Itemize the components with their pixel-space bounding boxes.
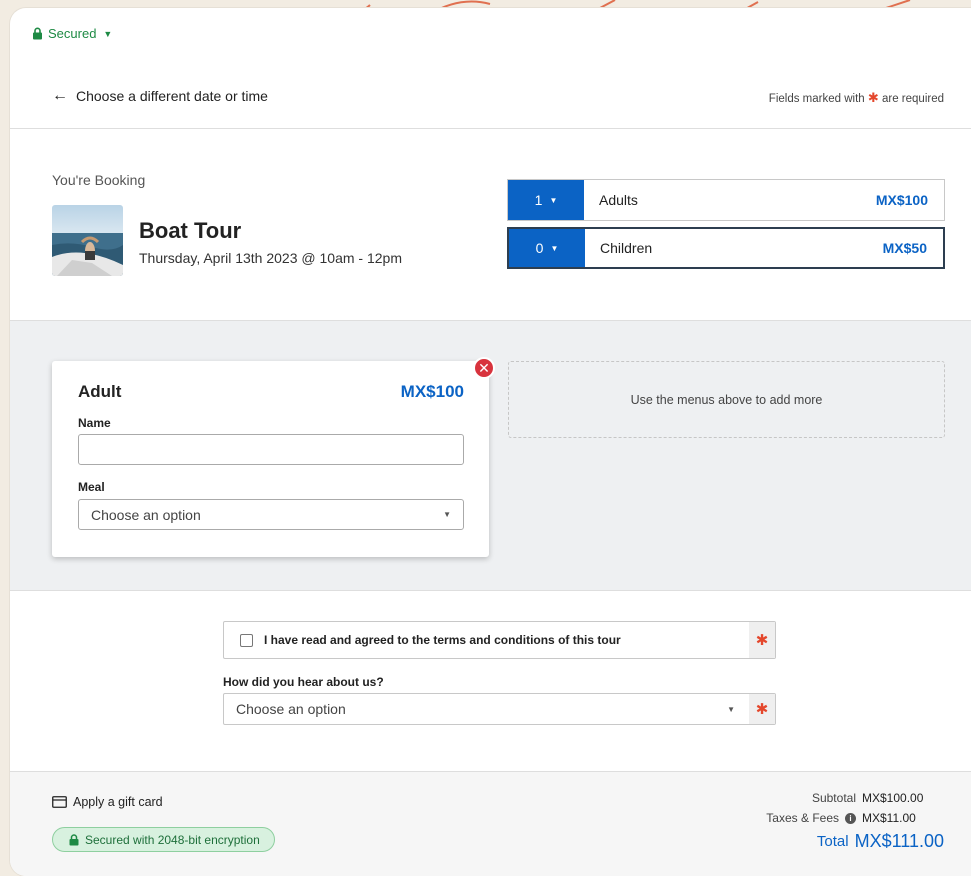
required-star-icon: ✱ <box>867 90 879 105</box>
terms-checkbox-row[interactable]: I have read and agreed to the terms and … <box>223 621 776 659</box>
caret-down-icon: ▼ <box>550 243 559 253</box>
caret-down-icon: ▼ <box>549 195 558 205</box>
booking-label: You're Booking <box>52 172 146 188</box>
taxes-row: Taxes & Fees i MX$11.00 <box>766 811 944 825</box>
encryption-label: Secured with 2048-bit encryption <box>85 832 260 847</box>
caret-down-icon: ▼ <box>727 704 735 714</box>
total-value: MX$111.00 <box>854 831 944 851</box>
back-link[interactable]: ← Choose a different date or time <box>52 87 268 105</box>
taxes-value: MX$11.00 <box>862 811 916 825</box>
close-icon[interactable]: ✕ <box>473 357 495 379</box>
guest-card-adult: Adult MX$100 Name Meal Choose an option … <box>52 361 489 557</box>
referral-select-value: Choose an option <box>236 701 346 717</box>
adults-quantity-select[interactable]: 1 ▼ <box>508 180 584 220</box>
referral-label: How did you hear about us? <box>223 675 384 689</box>
caret-down-icon: ▼ <box>443 510 451 519</box>
guest-price: MX$100 <box>400 382 464 401</box>
subtotal-label: Subtotal <box>811 791 856 805</box>
meal-label: Meal <box>78 480 105 494</box>
booking-window: Secured ▼ ← Choose a different date or t… <box>10 8 971 876</box>
subtotal-row: Subtotal MX$100.00 <box>766 791 944 805</box>
referral-select[interactable]: Choose an option ▼ ✱ <box>223 693 776 725</box>
total-row: Total MX$111.00 <box>766 831 944 852</box>
meal-select-value: Choose an option <box>91 506 201 523</box>
total-label: Total <box>816 833 849 850</box>
lock-icon <box>33 27 42 40</box>
order-totals: Subtotal MX$100.00 Taxes & Fees i MX$11.… <box>766 791 944 858</box>
ticket-name: Adults <box>599 192 638 208</box>
tour-title: Boat Tour <box>139 218 242 243</box>
required-star-icon: ✱ <box>749 694 775 724</box>
secured-dropdown[interactable]: Secured ▼ <box>32 26 112 41</box>
required-note: Fields marked with ✱ are required <box>769 90 944 106</box>
ticket-price: MX$100 <box>875 192 928 208</box>
subtotal-value: MX$100.00 <box>862 791 924 805</box>
taxes-label: Taxes & Fees <box>766 811 839 825</box>
required-suffix: are required <box>881 93 944 105</box>
required-prefix: Fields marked with <box>768 93 865 105</box>
credit-card-icon <box>52 796 67 808</box>
adults-quantity-value: 1 <box>534 192 543 208</box>
back-label: Choose a different date or time <box>76 88 268 104</box>
ticket-row-adults: 1 ▼ Adults MX$100 <box>507 179 945 221</box>
ticket-price: MX$50 <box>882 240 927 256</box>
arrow-left-icon: ← <box>52 87 68 104</box>
children-quantity-select[interactable]: 0 ▼ <box>509 229 585 267</box>
divider <box>10 128 971 129</box>
name-label: Name <box>78 416 111 430</box>
tour-datetime: Thursday, April 13th 2023 @ 10am - 12pm <box>139 250 402 266</box>
meal-select[interactable]: Choose an option ▼ <box>78 499 464 530</box>
encryption-badge: Secured with 2048-bit encryption <box>52 827 275 852</box>
caret-down-icon: ▼ <box>103 28 113 39</box>
info-icon[interactable]: i <box>845 812 856 824</box>
terms-checkbox[interactable] <box>240 633 253 647</box>
ticket-row-children: 0 ▼ Children MX$50 <box>507 227 945 269</box>
lock-icon <box>69 833 79 845</box>
gift-card-label: Apply a gift card <box>73 795 163 809</box>
terms-label: I have read and agreed to the terms and … <box>264 633 621 647</box>
name-input[interactable] <box>78 434 464 465</box>
gift-card-link[interactable]: Apply a gift card <box>52 795 163 809</box>
checkout-footer: Apply a gift card Secured with 2048-bit … <box>10 771 971 876</box>
secured-label: Secured <box>48 26 97 41</box>
tour-thumbnail <box>52 205 123 276</box>
required-star-icon: ✱ <box>749 622 775 658</box>
guest-type-title: Adult <box>78 382 122 401</box>
add-more-hint: Use the menus above to add more <box>508 361 945 438</box>
children-quantity-value: 0 <box>535 240 544 256</box>
ticket-name: Children <box>600 240 653 256</box>
